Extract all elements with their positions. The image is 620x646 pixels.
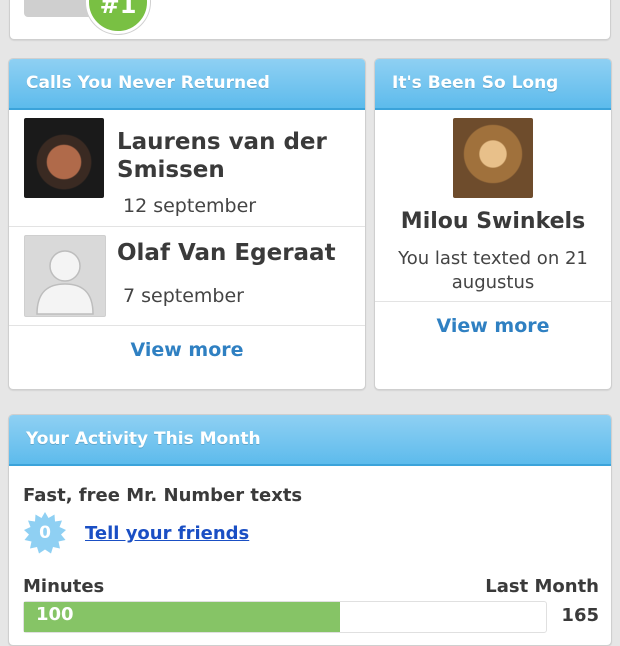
contact-photo[interactable] bbox=[453, 118, 533, 198]
minutes-progress-bar: 100 bbox=[23, 601, 547, 633]
last-month-label: Last Month bbox=[485, 576, 599, 597]
calls-view-more-link[interactable]: View more bbox=[9, 339, 365, 361]
default-avatar-icon bbox=[24, 235, 106, 317]
minutes-label: Minutes bbox=[23, 576, 105, 597]
long-view-more-link[interactable]: View more bbox=[375, 315, 611, 337]
contact-photo bbox=[24, 118, 104, 198]
texts-label: Fast, free Mr. Number texts bbox=[23, 485, 303, 506]
calls-card-title: Calls You Never Returned bbox=[9, 59, 365, 110]
last-texted-info: You last texted on 21 augustus bbox=[398, 248, 588, 293]
call-date: 7 september bbox=[123, 285, 244, 307]
contact-name: Milou Swinkels bbox=[400, 209, 586, 234]
divider bbox=[375, 301, 611, 302]
last-month-value: 165 bbox=[561, 605, 599, 626]
long-card-title: It's Been So Long bbox=[375, 59, 611, 110]
minutes-progress-fill: 100 bbox=[24, 602, 341, 632]
call-item[interactable]: Laurens van der Smissen 12 september bbox=[9, 110, 365, 226]
divider bbox=[9, 325, 365, 326]
texts-count: 0 bbox=[39, 523, 51, 543]
minutes-value: 100 bbox=[36, 604, 74, 625]
contact-name: Laurens van der Smissen bbox=[117, 129, 327, 183]
its-been-so-long-card: It's Been So Long Milou Swinkels You las… bbox=[374, 58, 612, 390]
calls-never-returned-card: Calls You Never Returned Laurens van der… bbox=[8, 58, 366, 390]
activity-card: Your Activity This Month Fast, free Mr. … bbox=[8, 414, 612, 646]
starburst-badge-icon: 0 bbox=[23, 511, 67, 555]
call-date: 12 september bbox=[123, 195, 257, 217]
call-item[interactable]: Olaf Van Egeraat 7 september bbox=[9, 227, 365, 325]
contact-name: Olaf Van Egeraat bbox=[117, 240, 336, 266]
activity-card-title: Your Activity This Month bbox=[9, 415, 611, 466]
tell-friends-link[interactable]: Tell your friends bbox=[85, 523, 249, 544]
